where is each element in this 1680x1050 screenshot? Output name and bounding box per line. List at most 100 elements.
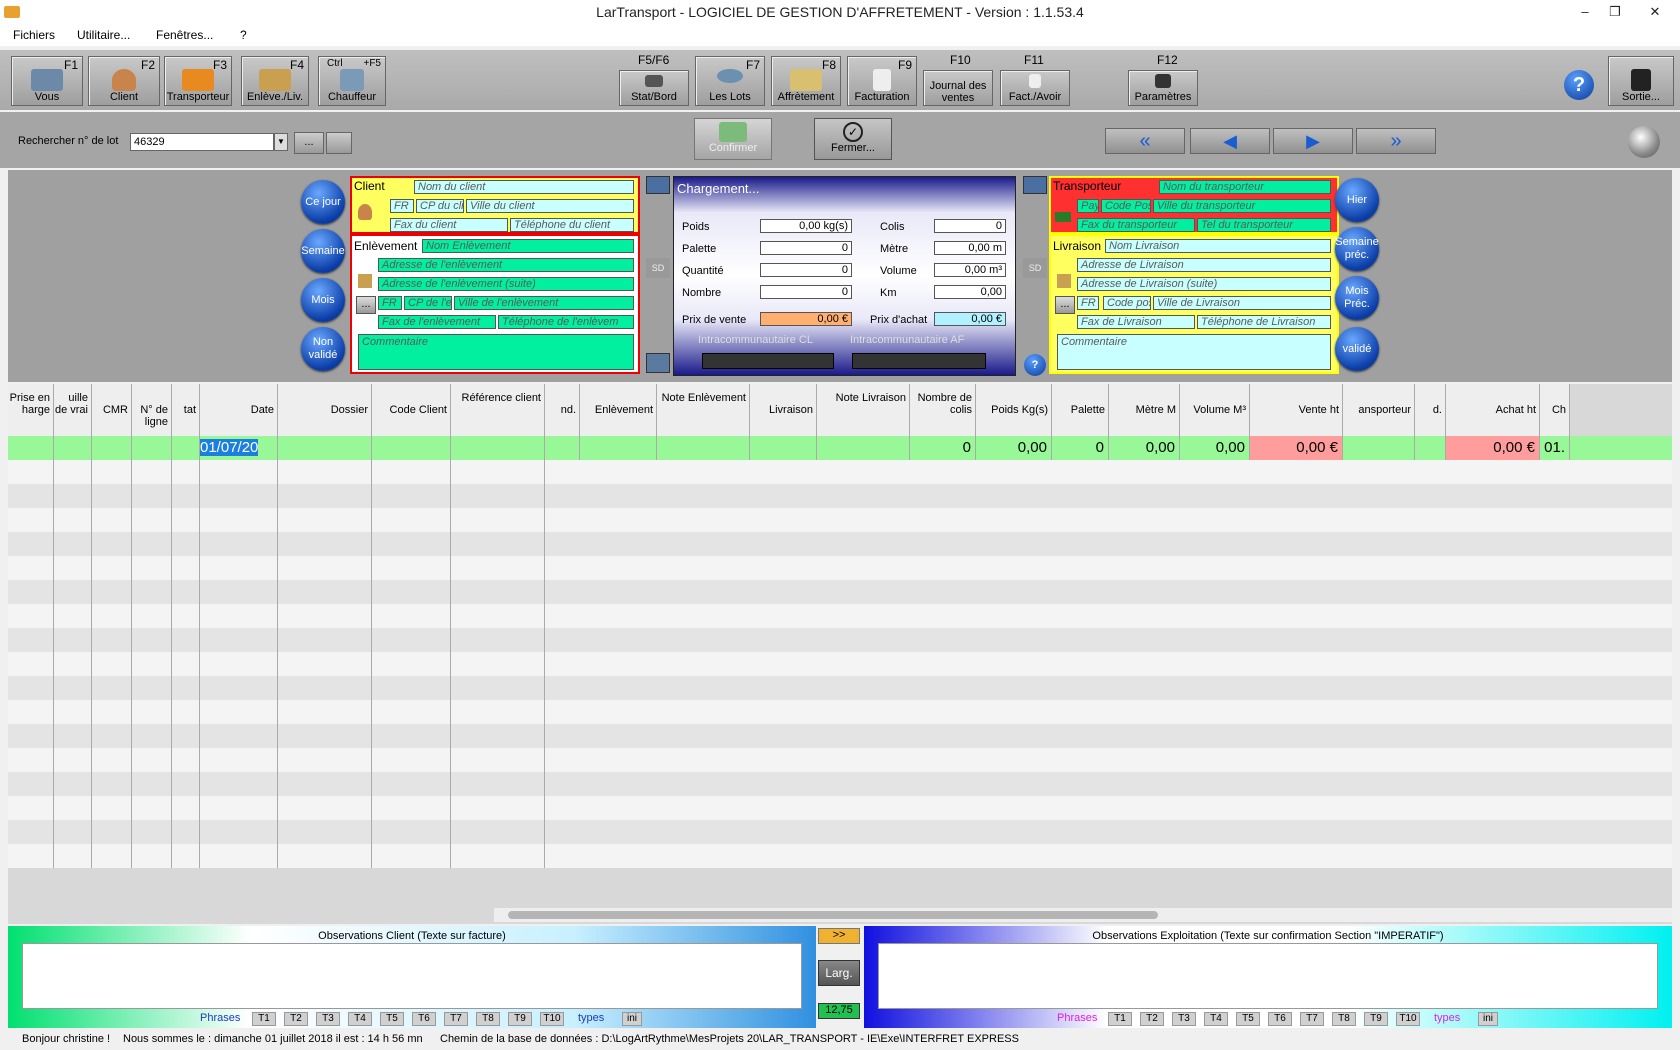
text-tab-t8[interactable]: T8 <box>476 1012 500 1026</box>
table-cell[interactable] <box>172 628 200 652</box>
column-header[interactable]: Achat ht <box>1446 384 1540 436</box>
client-button[interactable]: F2 Client <box>88 56 160 106</box>
text-tab-t1[interactable]: T1 <box>1108 1012 1132 1026</box>
table-cell[interactable] <box>278 484 372 508</box>
quantite-field[interactable]: 0 <box>760 263 852 277</box>
table-cell[interactable]: 0,00 € <box>1446 436 1540 460</box>
table-cell[interactable] <box>54 772 92 796</box>
table-cell[interactable] <box>200 508 278 532</box>
table-cell[interactable]: 01/07/20 <box>200 436 278 460</box>
date-input[interactable]: 01/07/20 <box>200 439 259 456</box>
menu-utilitaire[interactable]: Utilitaire... <box>77 28 130 42</box>
table-cell[interactable] <box>54 556 92 580</box>
table-cell[interactable] <box>372 556 451 580</box>
table-cell[interactable] <box>372 580 451 604</box>
table-cell[interactable] <box>200 700 278 724</box>
table-cell[interactable] <box>200 676 278 700</box>
sd-card-icon[interactable]: SD <box>1023 258 1047 278</box>
table-cell[interactable] <box>172 460 200 484</box>
table-cell[interactable]: 0 <box>910 436 976 460</box>
table-cell[interactable] <box>200 820 278 844</box>
table-cell[interactable] <box>372 820 451 844</box>
semaine-button[interactable]: Semaine <box>301 229 345 273</box>
table-cell[interactable] <box>8 748 54 772</box>
column-header[interactable]: Volume M³ <box>1180 384 1250 436</box>
table-cell[interactable] <box>8 676 54 700</box>
phrases-tab[interactable]: Phrases <box>200 1012 240 1024</box>
table-cell[interactable] <box>92 748 132 772</box>
table-row[interactable] <box>8 628 1672 652</box>
help-icon[interactable]: ? <box>1564 70 1594 100</box>
table-cell[interactable] <box>132 556 172 580</box>
transporteur-cp-field[interactable]: Code Pos <box>1101 199 1151 213</box>
globe-icon[interactable] <box>1628 126 1660 158</box>
first-record-icon[interactable]: « <box>1105 128 1185 154</box>
table-cell[interactable] <box>92 652 132 676</box>
km-field[interactable]: 0,00 <box>934 285 1006 299</box>
next-record-icon[interactable]: ▶ <box>1273 128 1353 154</box>
table-cell[interactable]: 0,00 € <box>1250 436 1343 460</box>
table-cell[interactable] <box>278 532 372 556</box>
table-cell[interactable] <box>817 436 910 460</box>
table-cell[interactable] <box>8 652 54 676</box>
table-cell[interactable] <box>8 724 54 748</box>
ini-tab[interactable]: ini <box>622 1012 642 1026</box>
transporteur-country-field[interactable]: Pay <box>1077 199 1099 213</box>
table-cell[interactable] <box>372 508 451 532</box>
table-cell[interactable] <box>132 844 172 868</box>
table-cell[interactable] <box>132 532 172 556</box>
metre-field[interactable]: 0,00 m <box>934 241 1006 255</box>
table-cell[interactable] <box>132 460 172 484</box>
last-record-icon[interactable]: » <box>1356 128 1436 154</box>
livraison-more-button[interactable]: ... <box>1055 296 1075 314</box>
stat-bord-button[interactable]: Stat/Bord <box>619 70 689 106</box>
table-cell[interactable] <box>92 580 132 604</box>
table-cell[interactable] <box>92 436 132 460</box>
semaine-prec-button[interactable]: Semaine préc. <box>1335 227 1379 271</box>
valide-button[interactable]: validé <box>1335 327 1379 371</box>
livraison-address2-field[interactable]: Adresse de Livraison (suite) <box>1077 277 1331 291</box>
vous-button[interactable]: F1 Vous <box>11 56 83 106</box>
table-cell[interactable] <box>372 652 451 676</box>
transporteur-button[interactable]: F3 Transporteur <box>164 56 232 106</box>
livraison-city-field[interactable]: Ville de Livraison <box>1153 296 1331 310</box>
column-header[interactable]: Date <box>200 384 278 436</box>
table-cell[interactable] <box>451 748 545 772</box>
text-tab-t6[interactable]: T6 <box>412 1012 436 1026</box>
table-cell[interactable] <box>200 652 278 676</box>
table-cell[interactable] <box>451 844 545 868</box>
table-cell[interactable] <box>54 532 92 556</box>
table-cell[interactable] <box>132 748 172 772</box>
table-cell[interactable] <box>451 676 545 700</box>
table-cell[interactable] <box>54 676 92 700</box>
mois-prec-button[interactable]: Mois Préc. <box>1335 276 1379 320</box>
column-header[interactable]: d. <box>1415 384 1446 436</box>
table-cell[interactable] <box>172 844 200 868</box>
livraison-phone-field[interactable]: Téléphone de Livraison <box>1197 315 1331 329</box>
journal-ventes-button[interactable]: Journal des ventes <box>923 70 993 106</box>
table-cell[interactable] <box>132 604 172 628</box>
table-cell[interactable] <box>372 628 451 652</box>
close-button[interactable]: ✕ <box>1640 0 1670 24</box>
column-header[interactable]: Nombre de colis <box>910 384 976 436</box>
table-cell[interactable] <box>92 460 132 484</box>
table-cell[interactable] <box>451 724 545 748</box>
column-header[interactable]: CMR <box>92 384 132 436</box>
poids-field[interactable]: 0,00 kg(s) <box>760 219 852 233</box>
text-tab-t8[interactable]: T8 <box>1332 1012 1356 1026</box>
text-tab-t9[interactable]: T9 <box>1364 1012 1388 1026</box>
table-cell[interactable] <box>451 820 545 844</box>
help-small-icon[interactable]: ? <box>1024 354 1046 376</box>
table-cell[interactable] <box>200 484 278 508</box>
table-cell[interactable] <box>200 556 278 580</box>
text-tab-t5[interactable]: T5 <box>1236 1012 1260 1026</box>
table-row[interactable] <box>8 700 1672 724</box>
hier-button[interactable]: Hier <box>1335 178 1379 222</box>
enlevement-address-field[interactable]: Adresse de l'enlèvement <box>378 258 634 272</box>
table-cell[interactable] <box>54 604 92 628</box>
table-cell[interactable] <box>372 460 451 484</box>
client-name-field[interactable]: Nom du client <box>414 180 634 194</box>
column-header[interactable]: Vente ht <box>1250 384 1343 436</box>
livraison-address-field[interactable]: Adresse de Livraison <box>1077 258 1331 272</box>
table-cell[interactable] <box>172 676 200 700</box>
